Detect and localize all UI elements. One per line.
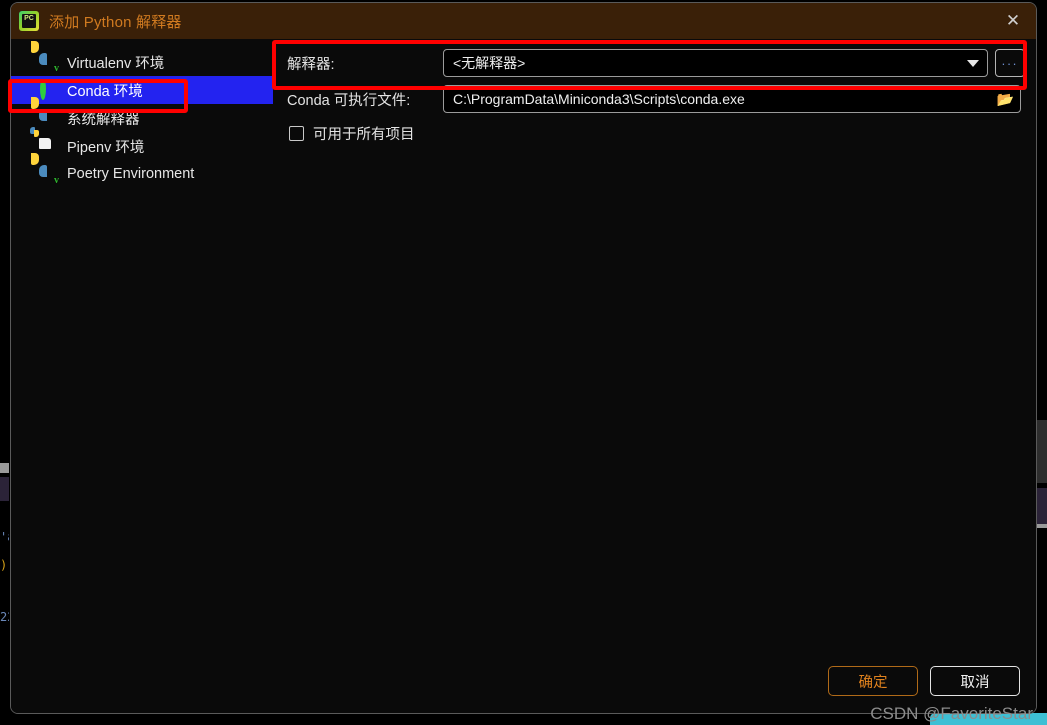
conda-executable-value: C:\ProgramData\Miniconda3\Scripts\conda.… xyxy=(453,91,745,107)
pipenv-folder-python-icon xyxy=(30,127,57,155)
dialog-titlebar: PC 添加 Python 解释器 ✕ xyxy=(11,3,1036,39)
dialog-footer: 确定 取消 xyxy=(828,666,1020,696)
available-all-projects-label: 可用于所有项目 xyxy=(313,127,415,143)
sidebar-item-poetry[interactable]: v Poetry Environment xyxy=(11,160,273,188)
interpreter-row: 解释器: <无解释器> ... xyxy=(287,49,1036,77)
sidebar-item-conda[interactable]: Conda 环境 xyxy=(11,76,273,104)
python-virtualenv-icon: v xyxy=(54,63,59,74)
bg-code-line: 22 xyxy=(0,610,9,624)
interpreter-label: 解释器: xyxy=(287,56,335,73)
interpreter-type-sidebar: v Virtualenv 环境 Conda 环境 系统解释器 Pipenv 环境… xyxy=(11,39,273,713)
sidebar-item-label: 系统解释器 xyxy=(67,111,140,128)
bg-code-line: ) xyxy=(0,558,8,572)
bg-panel-right xyxy=(1037,420,1047,483)
bg-divider-right xyxy=(1037,524,1047,528)
sidebar-item-label: Pipenv 环境 xyxy=(67,139,145,156)
sidebar-item-virtualenv[interactable]: v Virtualenv 环境 xyxy=(11,48,273,76)
add-python-interpreter-dialog: PC 添加 Python 解释器 ✕ v Virtualenv 环境 Conda… xyxy=(10,2,1037,714)
available-all-projects-checkbox[interactable] xyxy=(289,126,304,141)
sidebar-item-system-interpreter[interactable]: 系统解释器 xyxy=(11,104,273,132)
conda-executable-row: Conda 可执行文件: C:\ProgramData\Miniconda3\S… xyxy=(287,85,1036,113)
sidebar-item-pipenv[interactable]: Pipenv 环境 xyxy=(11,127,273,160)
conda-executable-input[interactable]: C:\ProgramData\Miniconda3\Scripts\conda.… xyxy=(443,85,1021,113)
sidebar-item-label: Virtualenv 环境 xyxy=(67,55,165,72)
sidebar-item-label: Poetry Environment xyxy=(67,166,195,182)
sidebar-item-label: Conda 环境 xyxy=(67,83,143,100)
python-poetry-icon: v xyxy=(54,175,59,186)
conda-icon xyxy=(39,78,57,100)
chevron-down-icon[interactable] xyxy=(967,59,979,67)
bg-selection-strip-right xyxy=(1037,488,1047,524)
bg-code-line: 'a xyxy=(0,530,9,544)
close-icon[interactable]: ✕ xyxy=(990,3,1036,39)
interpreter-value: <无解释器> xyxy=(453,55,526,71)
folder-open-icon[interactable]: 📂 xyxy=(997,92,1014,106)
pycharm-icon: PC xyxy=(19,11,39,31)
watermark: CSDN @FavoriteStar xyxy=(870,704,1033,723)
bg-scroll-marker xyxy=(0,463,9,473)
conda-form: 解释器: <无解释器> ... Conda 可执行文件: C:\ProgramD… xyxy=(273,39,1036,144)
cancel-button[interactable]: 取消 xyxy=(930,666,1020,696)
python-icon xyxy=(39,109,57,127)
conda-executable-label: Conda 可执行文件: xyxy=(287,92,411,109)
interpreter-settings-panel: 解释器: <无解释器> ... Conda 可执行文件: C:\ProgramD… xyxy=(273,39,1036,713)
interpreter-browse-button[interactable]: ... xyxy=(995,49,1025,77)
dialog-body: v Virtualenv 环境 Conda 环境 系统解释器 Pipenv 环境… xyxy=(11,39,1036,713)
interpreter-select[interactable]: <无解释器> xyxy=(443,49,988,77)
available-all-projects-row[interactable]: 可用于所有项目 xyxy=(287,123,1036,144)
dialog-title: 添加 Python 解释器 xyxy=(49,13,182,31)
bg-selection-strip xyxy=(0,477,9,501)
screen: 'a ) 22 PC 添加 Python 解释器 ✕ v Virtualenv … xyxy=(0,0,1047,725)
ok-button[interactable]: 确定 xyxy=(828,666,918,696)
